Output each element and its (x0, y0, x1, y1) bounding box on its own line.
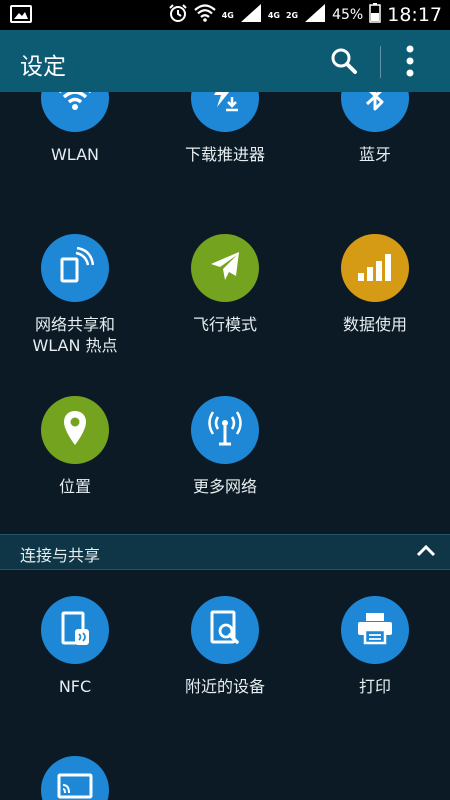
grid-item-label: 网络共享和 WLAN 热点 (32, 315, 118, 355)
grid-item-label: NFC (58, 677, 92, 696)
icon-circle (41, 596, 109, 664)
icon-circle (341, 92, 409, 132)
icon-circle (341, 596, 409, 664)
grid-item-screen-mirroring[interactable] (0, 756, 150, 800)
grid-item-label: 下载推进器 (184, 145, 265, 164)
alarm-icon (168, 3, 188, 27)
grid-item-nfc[interactable]: NFC (0, 596, 150, 697)
hotspot-icon (56, 246, 95, 289)
battery-percent: 45% (332, 7, 364, 23)
icon-circle (191, 92, 259, 132)
grid-item-label: 数据使用 (342, 315, 407, 334)
more-networks-icon (205, 409, 245, 451)
location-icon (62, 409, 88, 451)
grid-item-download-booster[interactable]: 下载推进器 (150, 92, 300, 165)
divider (380, 46, 381, 78)
data-usage-icon (356, 251, 394, 285)
nfc-icon (57, 609, 93, 651)
print-icon (356, 611, 394, 649)
icon-circle (41, 396, 109, 464)
grid-item-airplane-mode[interactable]: 飞行模式 (150, 234, 300, 335)
search-icon[interactable] (330, 47, 358, 79)
grid-item-hotspot[interactable]: 网络共享和 WLAN 热点 (0, 234, 150, 356)
settings-content: WLAN 下载推进器 蓝牙 网络共享和 WLAN 热点 飞行模式 数据使用 位置… (0, 92, 450, 800)
network-label-1: 4G (221, 10, 234, 20)
image-icon (10, 5, 32, 27)
chevron-up-icon[interactable] (416, 543, 436, 562)
airplane-icon (207, 248, 243, 288)
network-label-3: 2G (285, 10, 299, 20)
grid-item-bluetooth[interactable]: 蓝牙 (300, 92, 450, 165)
download-booster-icon (208, 92, 242, 117)
wifi-icon (57, 92, 93, 115)
nearby-devices-icon (207, 609, 243, 651)
icon-circle (191, 596, 259, 664)
wifi-icon (193, 4, 216, 26)
section-title: 连接与共享 (20, 546, 101, 565)
screen-mirroring-icon (57, 773, 93, 800)
icon-circle (41, 92, 109, 132)
icon-circle (191, 234, 259, 302)
grid-item-location[interactable]: 位置 (0, 396, 150, 497)
page-title: 设定 (20, 54, 66, 80)
grid-item-label: 位置 (58, 477, 91, 496)
icon-circle (41, 234, 109, 302)
more-vert-icon[interactable] (405, 44, 415, 82)
signal-icon (240, 3, 262, 27)
icon-circle (341, 234, 409, 302)
clock: 18:17 (387, 4, 442, 26)
grid-item-data-usage[interactable]: 数据使用 (300, 234, 450, 335)
grid-item-more-networks[interactable]: 更多网络 (150, 396, 300, 497)
grid-item-label: WLAN (50, 145, 99, 164)
grid-item-print[interactable]: 打印 (300, 596, 450, 697)
icon-circle (191, 396, 259, 464)
signal-icon (304, 3, 326, 27)
icon-circle (41, 756, 109, 800)
grid-item-label: 附近的设备 (184, 677, 265, 696)
grid-item-nearby-devices[interactable]: 附近的设备 (150, 596, 300, 697)
action-bar: 设定 (0, 30, 450, 92)
grid-item-wlan[interactable]: WLAN (0, 92, 150, 165)
section-header-connect-share[interactable]: 连接与共享 (0, 534, 450, 570)
grid-item-label: 蓝牙 (358, 145, 391, 164)
grid-item-label: 打印 (358, 677, 391, 696)
grid-item-label: 更多网络 (192, 477, 257, 496)
network-label-2: 4G (267, 10, 280, 20)
status-bar: 4G 4G 2G 45% 18:17 (0, 0, 450, 30)
grid-item-label: 飞行模式 (192, 315, 257, 334)
bluetooth-icon (364, 92, 386, 117)
battery-icon (369, 3, 381, 27)
